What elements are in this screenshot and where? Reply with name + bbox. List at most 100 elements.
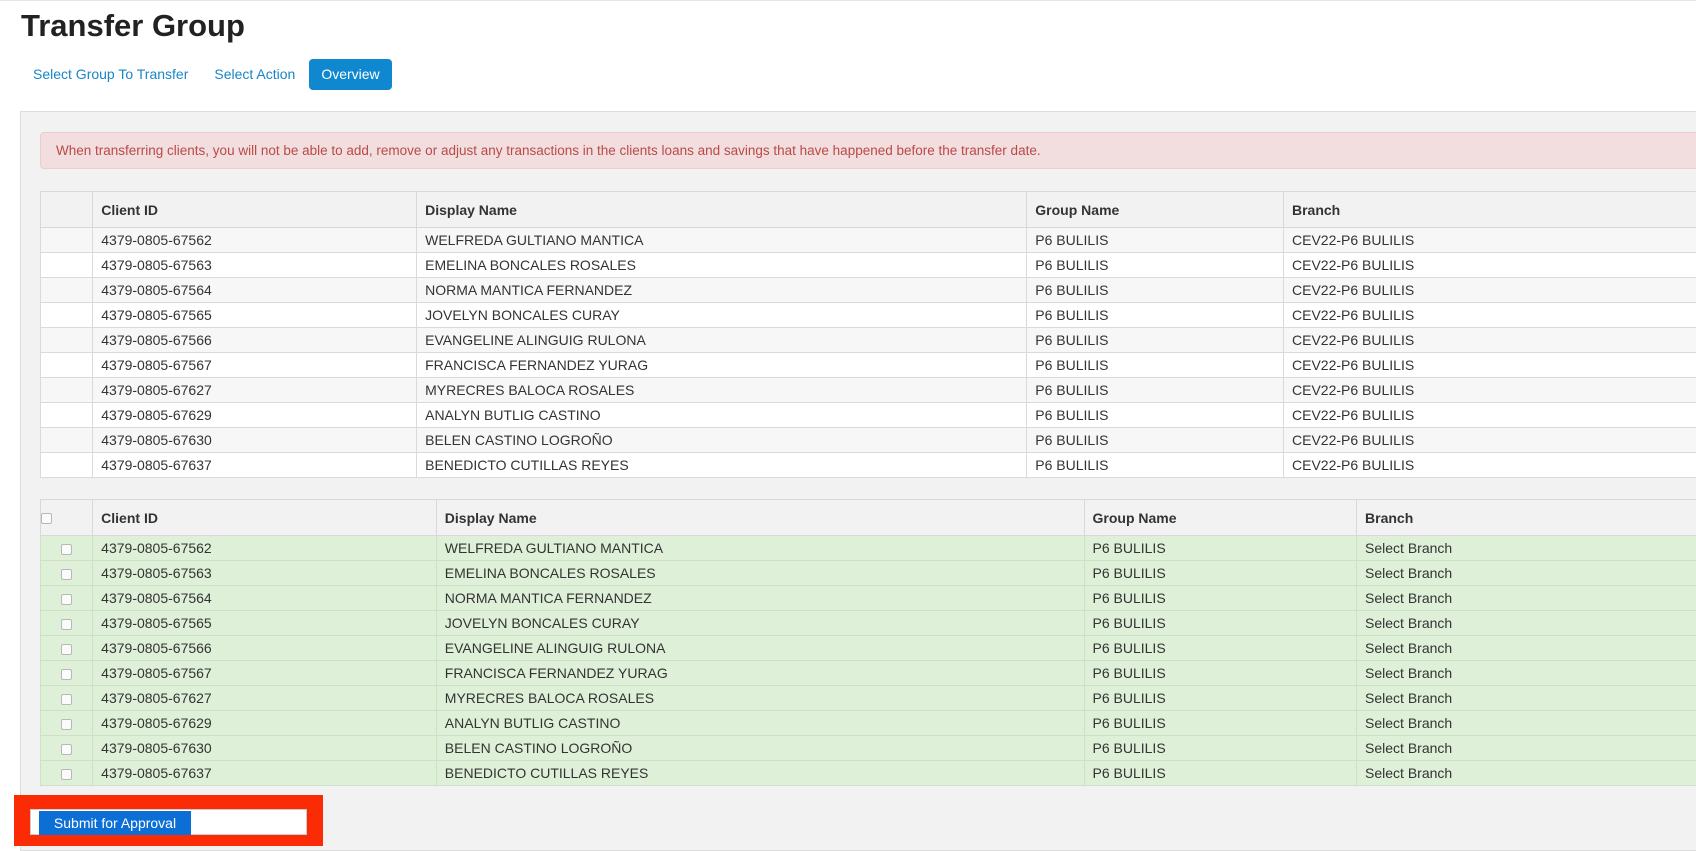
display-name-cell: ANALYN BUTLIG CASTINO bbox=[417, 403, 1027, 428]
row-blank-cell bbox=[41, 378, 93, 403]
row-select-checkbox[interactable] bbox=[61, 644, 72, 655]
table-row: 4379-0805-67630BELEN CASTINO LOGROÑOP6 B… bbox=[41, 428, 1696, 453]
submit-highlight-box: Submit for Approval bbox=[14, 795, 323, 846]
table-row: 4379-0805-67566EVANGELINE ALINGUIG RULON… bbox=[41, 328, 1696, 353]
client-id-cell: 4379-0805-67565 bbox=[93, 303, 417, 328]
tab-overview[interactable]: Overview bbox=[309, 59, 391, 90]
display-name-cell: NORMA MANTICA FERNANDEZ bbox=[436, 586, 1084, 611]
table-row[interactable]: 4379-0805-67563EMELINA BONCALES ROSALESP… bbox=[41, 561, 1696, 586]
row-checkbox-cell bbox=[41, 761, 93, 786]
row-select-checkbox[interactable] bbox=[61, 544, 72, 555]
row-blank-cell bbox=[41, 403, 93, 428]
transfer-warning-alert: When transferring clients, you will not … bbox=[40, 132, 1696, 169]
table-row[interactable]: 4379-0805-67630BELEN CASTINO LOGROÑOP6 B… bbox=[41, 736, 1696, 761]
branch-select-cell[interactable]: Select Branch bbox=[1357, 761, 1696, 786]
client-id-cell: 4379-0805-67627 bbox=[93, 686, 437, 711]
branch-cell: CEV22-P6 BULILIS bbox=[1284, 353, 1696, 378]
branch-select-cell[interactable]: Select Branch bbox=[1357, 611, 1696, 636]
row-checkbox-cell bbox=[41, 736, 93, 761]
group-name-cell: P6 BULILIS bbox=[1084, 711, 1357, 736]
row-select-checkbox[interactable] bbox=[61, 619, 72, 630]
client-id-cell: 4379-0805-67563 bbox=[93, 561, 437, 586]
row-select-checkbox[interactable] bbox=[61, 694, 72, 705]
row-checkbox-cell bbox=[41, 636, 93, 661]
group-name-cell: P6 BULILIS bbox=[1027, 453, 1284, 478]
tab-select-action[interactable]: Select Action bbox=[202, 59, 307, 90]
client-id-cell: 4379-0805-67629 bbox=[93, 711, 437, 736]
display-name-cell: JOVELYN BONCALES CURAY bbox=[436, 611, 1084, 636]
branch-select-cell[interactable]: Select Branch bbox=[1357, 686, 1696, 711]
row-blank-cell bbox=[41, 353, 93, 378]
display-name-cell: EVANGELINE ALINGUIG RULONA bbox=[417, 328, 1027, 353]
display-name-cell: EMELINA BONCALES ROSALES bbox=[436, 561, 1084, 586]
client-id-cell: 4379-0805-67564 bbox=[93, 278, 417, 303]
display-name-cell: NORMA MANTICA FERNANDEZ bbox=[417, 278, 1027, 303]
page-title: Transfer Group bbox=[21, 8, 245, 44]
table-row: 4379-0805-67565JOVELYN BONCALES CURAYP6 … bbox=[41, 303, 1696, 328]
group-name-cell: P6 BULILIS bbox=[1084, 636, 1357, 661]
column-header-client-id: Client ID bbox=[93, 500, 437, 536]
group-name-cell: P6 BULILIS bbox=[1084, 686, 1357, 711]
row-select-checkbox[interactable] bbox=[61, 719, 72, 730]
display-name-cell: FRANCISCA FERNANDEZ YURAG bbox=[436, 661, 1084, 686]
column-header-blank bbox=[41, 192, 93, 228]
row-blank-cell bbox=[41, 228, 93, 253]
branch-select-cell[interactable]: Select Branch bbox=[1357, 736, 1696, 761]
row-checkbox-cell bbox=[41, 611, 93, 636]
branch-cell: CEV22-P6 BULILIS bbox=[1284, 428, 1696, 453]
client-id-cell: 4379-0805-67566 bbox=[93, 328, 417, 353]
display-name-cell: BENEDICTO CUTILLAS REYES bbox=[436, 761, 1084, 786]
source-clients-table: Client ID Display Name Group Name Branch… bbox=[40, 191, 1696, 478]
branch-cell: CEV22-P6 BULILIS bbox=[1284, 228, 1696, 253]
branch-select-cell[interactable]: Select Branch bbox=[1357, 536, 1696, 561]
row-select-checkbox[interactable] bbox=[61, 669, 72, 680]
display-name-cell: EVANGELINE ALINGUIG RULONA bbox=[436, 636, 1084, 661]
table-row[interactable]: 4379-0805-67629ANALYN BUTLIG CASTINOP6 B… bbox=[41, 711, 1696, 736]
branch-cell: CEV22-P6 BULILIS bbox=[1284, 378, 1696, 403]
client-id-cell: 4379-0805-67630 bbox=[93, 736, 437, 761]
row-select-checkbox[interactable] bbox=[61, 769, 72, 780]
table-header-row: Client ID Display Name Group Name Branch bbox=[41, 192, 1696, 228]
column-header-branch: Branch bbox=[1284, 192, 1696, 228]
branch-select-cell[interactable]: Select Branch bbox=[1357, 586, 1696, 611]
display-name-cell: ANALYN BUTLIG CASTINO bbox=[436, 711, 1084, 736]
table-row[interactable]: 4379-0805-67565JOVELYN BONCALES CURAYP6 … bbox=[41, 611, 1696, 636]
column-header-display-name: Display Name bbox=[417, 192, 1027, 228]
table-row[interactable]: 4379-0805-67627MYRECRES BALOCA ROSALESP6… bbox=[41, 686, 1696, 711]
table-row[interactable]: 4379-0805-67562WELFREDA GULTIANO MANTICA… bbox=[41, 536, 1696, 561]
row-blank-cell bbox=[41, 278, 93, 303]
group-name-cell: P6 BULILIS bbox=[1084, 586, 1357, 611]
display-name-cell: JOVELYN BONCALES CURAY bbox=[417, 303, 1027, 328]
client-id-cell: 4379-0805-67564 bbox=[93, 586, 437, 611]
branch-select-cell[interactable]: Select Branch bbox=[1357, 636, 1696, 661]
row-checkbox-cell bbox=[41, 536, 93, 561]
display-name-cell: BELEN CASTINO LOGROÑO bbox=[417, 428, 1027, 453]
table-row: 4379-0805-67637BENEDICTO CUTILLAS REYESP… bbox=[41, 453, 1696, 478]
branch-cell: CEV22-P6 BULILIS bbox=[1284, 278, 1696, 303]
destination-clients-table: Client ID Display Name Group Name Branch… bbox=[40, 499, 1696, 786]
client-id-cell: 4379-0805-67562 bbox=[93, 228, 417, 253]
submit-for-approval-button[interactable]: Submit for Approval bbox=[39, 811, 191, 835]
client-id-cell: 4379-0805-67563 bbox=[93, 253, 417, 278]
row-select-checkbox[interactable] bbox=[61, 594, 72, 605]
row-checkbox-cell bbox=[41, 586, 93, 611]
column-header-group-name: Group Name bbox=[1027, 192, 1284, 228]
tab-select-group-to-transfer[interactable]: Select Group To Transfer bbox=[21, 59, 200, 90]
top-divider bbox=[0, 0, 1696, 1]
column-header-display-name: Display Name bbox=[436, 500, 1084, 536]
row-blank-cell bbox=[41, 453, 93, 478]
row-select-checkbox[interactable] bbox=[61, 569, 72, 580]
display-name-cell: MYRECRES BALOCA ROSALES bbox=[417, 378, 1027, 403]
table-row[interactable]: 4379-0805-67566EVANGELINE ALINGUIG RULON… bbox=[41, 636, 1696, 661]
table-row[interactable]: 4379-0805-67637BENEDICTO CUTILLAS REYESP… bbox=[41, 761, 1696, 786]
table-header-row: Client ID Display Name Group Name Branch bbox=[41, 500, 1696, 536]
table-row[interactable]: 4379-0805-67564NORMA MANTICA FERNANDEZP6… bbox=[41, 586, 1696, 611]
branch-select-cell[interactable]: Select Branch bbox=[1357, 711, 1696, 736]
table-row[interactable]: 4379-0805-67567FRANCISCA FERNANDEZ YURAG… bbox=[41, 661, 1696, 686]
group-name-cell: P6 BULILIS bbox=[1027, 328, 1284, 353]
table-row: 4379-0805-67563EMELINA BONCALES ROSALESP… bbox=[41, 253, 1696, 278]
branch-select-cell[interactable]: Select Branch bbox=[1357, 661, 1696, 686]
select-all-checkbox[interactable] bbox=[41, 513, 52, 524]
branch-select-cell[interactable]: Select Branch bbox=[1357, 561, 1696, 586]
row-select-checkbox[interactable] bbox=[61, 744, 72, 755]
